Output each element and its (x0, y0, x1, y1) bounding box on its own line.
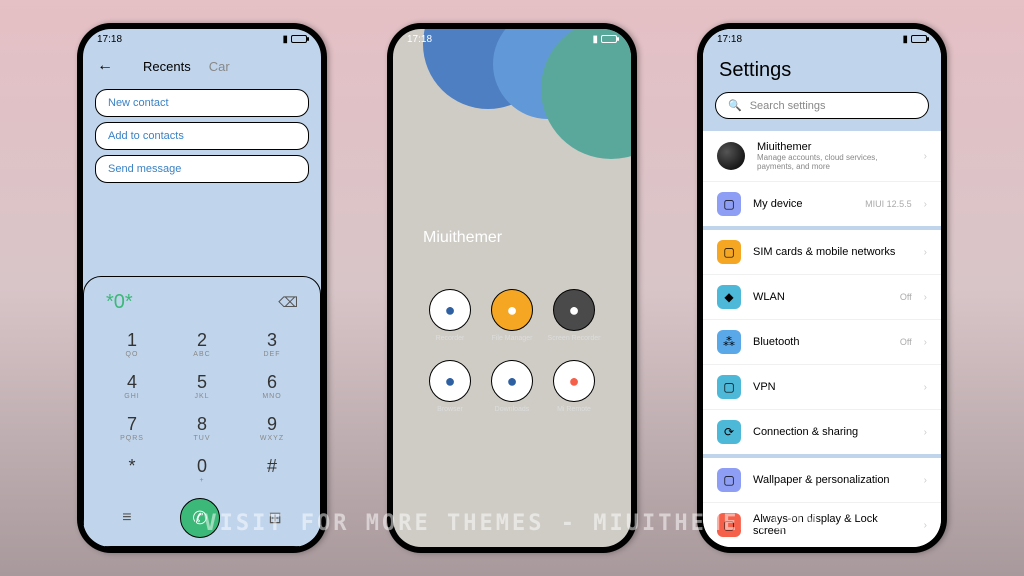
statusbar: 17:18 ▮ (703, 29, 941, 49)
clock: 17:18 (717, 34, 742, 45)
watermark: Visit for more themes - Miuithemer.com (0, 511, 1024, 536)
device-value: MIUI 12.5.5 (865, 199, 912, 209)
search-placeholder: Search settings (750, 100, 826, 112)
clock: 17:18 (407, 34, 432, 45)
app-downloads[interactable]: ●Downloads (485, 360, 539, 413)
status-icons: ▮ (282, 34, 307, 45)
app-file-manager[interactable]: ●File Manager (485, 289, 539, 342)
wlan-row[interactable]: ◆ WLAN Off › (703, 275, 941, 320)
app-mi-remote[interactable]: ●Mi Remote (547, 360, 601, 413)
connection-row[interactable]: ⟳ Connection & sharing › (703, 410, 941, 454)
key-9[interactable]: 9WXYZ (238, 408, 306, 448)
key-3[interactable]: 3DEF (238, 324, 306, 364)
app-recorder[interactable]: ●Recorder (423, 289, 477, 342)
clock: 17:18 (97, 34, 122, 45)
sim-icon: ▢ (717, 240, 741, 264)
key-1[interactable]: 1QO (98, 324, 166, 364)
sim-row[interactable]: ▢ SIM cards & mobile networks › (703, 230, 941, 275)
status-icons: ▮ (902, 34, 927, 45)
app-screen-recorder[interactable]: ●Screen Recorder (547, 289, 601, 342)
account-sub: Manage accounts, cloud services, payment… (757, 153, 912, 171)
add-to-contacts-button[interactable]: Add to contacts (95, 122, 309, 150)
vpn-icon: ▢ (717, 375, 741, 399)
connection-icon: ⟳ (717, 420, 741, 444)
page-title: Settings (703, 49, 941, 88)
phone-dialer: 17:18 ▮ ← Recents Car New contact Add to… (77, 23, 327, 553)
wallpaper-circles (393, 29, 631, 189)
key-2[interactable]: 2ABC (168, 324, 236, 364)
tab-cards[interactable]: Car (209, 59, 230, 74)
key-0[interactable]: 0+ (168, 450, 236, 490)
key-#[interactable]: # (238, 450, 306, 490)
search-input[interactable]: 🔍 Search settings (715, 92, 929, 119)
chevron-right-icon: › (924, 475, 927, 486)
key-8[interactable]: 8TUV (168, 408, 236, 448)
chevron-right-icon: › (924, 427, 927, 438)
key-5[interactable]: 5JKL (168, 366, 236, 406)
statusbar: 17:18 ▮ (393, 29, 631, 49)
account-name: Miuithemer (757, 141, 912, 153)
phone-settings: 17:18 ▮ Settings 🔍 Search settings Miuit… (697, 23, 947, 553)
back-icon[interactable]: ← (97, 57, 113, 75)
wallpaper-row[interactable]: ▢ Wallpaper & personalization › (703, 458, 941, 503)
app-browser[interactable]: ●Browser (423, 360, 477, 413)
bluetooth-icon: ⁂ (717, 330, 741, 354)
vpn-row[interactable]: ▢ VPN › (703, 365, 941, 410)
chevron-right-icon: › (924, 292, 927, 303)
key-4[interactable]: 4GHI (98, 366, 166, 406)
dialpad: *0* ⌫ 1QO2ABC3DEF 4GHI5JKL6MNO 7PQRS8TUV9W… (83, 276, 321, 547)
dial-input: *0* (106, 291, 133, 314)
search-icon: 🔍 (728, 99, 742, 112)
folder-title: Miuithemer (423, 229, 502, 247)
bluetooth-row[interactable]: ⁂ Bluetooth Off › (703, 320, 941, 365)
new-contact-button[interactable]: New contact (95, 89, 309, 117)
key-*[interactable]: * (98, 450, 166, 490)
chevron-right-icon: › (924, 382, 927, 393)
avatar (717, 142, 745, 170)
chevron-right-icon: › (924, 247, 927, 258)
key-7[interactable]: 7PQRS (98, 408, 166, 448)
phone-home: 17:18 ▮ Miuithemer ●Recorder●File Manage… (387, 23, 637, 553)
dialer-header: ← Recents Car (83, 49, 321, 83)
chevron-right-icon: › (924, 151, 927, 162)
chevron-right-icon: › (924, 199, 927, 210)
device-label: My device (753, 198, 853, 210)
account-row[interactable]: Miuithemer Manage accounts, cloud servic… (703, 131, 941, 182)
status-icons: ▮ (592, 34, 617, 45)
send-message-button[interactable]: Send message (95, 155, 309, 183)
tab-recents[interactable]: Recents (143, 59, 191, 74)
wlan-icon: ◆ (717, 285, 741, 309)
backspace-icon[interactable]: ⌫ (278, 294, 298, 311)
device-icon: ▢ (717, 192, 741, 216)
key-6[interactable]: 6MNO (238, 366, 306, 406)
my-device-row[interactable]: ▢ My device MIUI 12.5.5 › (703, 182, 941, 226)
wallpaper-icon: ▢ (717, 468, 741, 492)
statusbar: 17:18 ▮ (83, 29, 321, 49)
chevron-right-icon: › (924, 337, 927, 348)
